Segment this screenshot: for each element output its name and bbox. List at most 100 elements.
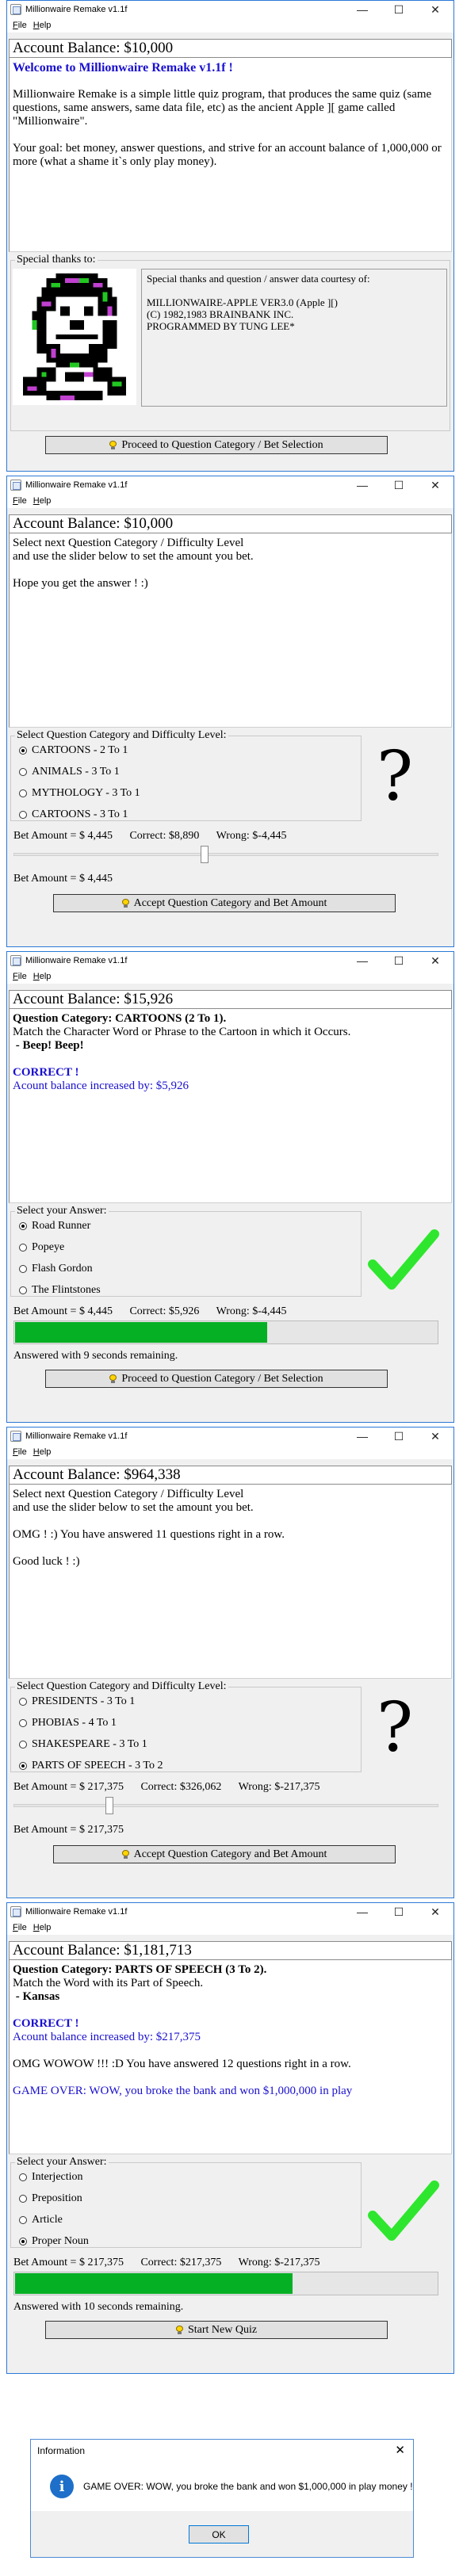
- title-bar[interactable]: Millionwaire Remake v1.1f — ☐ ✕: [7, 1903, 453, 1921]
- menu-help[interactable]: Help: [30, 972, 55, 981]
- window-title: Millionwaire Remake v1.1f: [25, 956, 128, 965]
- menu-bar: File Help: [7, 494, 453, 508]
- accept-bet-button[interactable]: Accept Question Category and Bet Amount: [53, 1845, 396, 1863]
- radio-icon: [19, 1741, 27, 1749]
- radio-icon: [19, 2173, 27, 2181]
- answer-option[interactable]: Preposition: [19, 2192, 82, 2205]
- maximize-icon[interactable]: ☐: [381, 1428, 417, 1445]
- account-balance: Account Balance: $15,926: [9, 990, 452, 1009]
- dialog-close-icon[interactable]: ✕: [395, 2440, 405, 2462]
- menu-file[interactable]: File: [10, 1923, 30, 1932]
- time-progress-bar: [13, 1320, 438, 1344]
- accept-bet-button[interactable]: Accept Question Category and Bet Amount: [53, 894, 396, 912]
- minimize-icon[interactable]: —: [344, 1428, 381, 1445]
- checkmark-icon: [368, 1229, 439, 1290]
- answer-option[interactable]: Interjection: [19, 2171, 83, 2184]
- radio-icon: [19, 1698, 27, 1706]
- category-option[interactable]: SHAKESPEARE - 3 To 1: [19, 1738, 147, 1751]
- dialog-title-bar[interactable]: Information ✕: [31, 2440, 413, 2462]
- close-icon[interactable]: ✕: [417, 1428, 453, 1445]
- slider-thumb[interactable]: [201, 846, 209, 863]
- ok-button[interactable]: OK: [189, 2525, 249, 2544]
- category-group-label: Select Question Category and Difficulty …: [15, 729, 228, 742]
- info-icon: i: [50, 2475, 74, 2498]
- checkmark-icon: [368, 2180, 439, 2241]
- menu-help[interactable]: Help: [30, 1447, 55, 1457]
- menu-file[interactable]: File: [10, 21, 30, 30]
- answer-group: Select your Answer: Interjection Preposi…: [10, 2156, 362, 2248]
- radio-icon: [19, 1244, 27, 1252]
- title-bar[interactable]: Millionwaire Remake v1.1f — ☐ ✕: [7, 952, 453, 969]
- slider-thumb[interactable]: [105, 1797, 113, 1814]
- title-bar[interactable]: Millionwaire Remake v1.1f — ☐ ✕: [7, 1, 453, 18]
- question-phrase: - Kansas: [13, 1990, 60, 2003]
- account-balance: Account Balance: $1,181,713: [9, 1941, 452, 1960]
- close-icon[interactable]: ✕: [417, 1, 453, 18]
- category-option[interactable]: ANIMALS - 3 To 1: [19, 766, 120, 778]
- category-option[interactable]: PHOBIAS - 4 To 1: [19, 1717, 117, 1729]
- menu-file[interactable]: File: [10, 496, 30, 506]
- menu-file[interactable]: File: [10, 972, 30, 981]
- menu-file[interactable]: File: [10, 1447, 30, 1457]
- bet-slider[interactable]: [13, 1796, 438, 1817]
- close-icon[interactable]: ✕: [417, 476, 453, 494]
- radio-icon: [19, 811, 27, 819]
- minimize-icon[interactable]: —: [344, 476, 381, 494]
- category-option[interactable]: CARTOONS - 3 To 1: [19, 808, 128, 821]
- start-new-quiz-button[interactable]: Start New Quiz: [45, 2321, 388, 2339]
- maximize-icon[interactable]: ☐: [381, 1903, 417, 1921]
- message-text-area[interactable]: Select next Question Category / Difficul…: [9, 533, 452, 728]
- bet-amount: Bet Amount = $ 217,375: [13, 1781, 124, 1793]
- answered-time: Answered with 9 seconds remaining.: [13, 1350, 178, 1362]
- minimize-icon[interactable]: —: [344, 1903, 381, 1921]
- title-bar[interactable]: Millionwaire Remake v1.1f — ☐ ✕: [7, 476, 453, 494]
- category-option[interactable]: PARTS OF SPEECH - 3 To 2: [19, 1760, 163, 1772]
- category-option[interactable]: PRESIDENTS - 3 To 1: [19, 1695, 135, 1708]
- answer-option[interactable]: Popeye: [19, 1241, 64, 1254]
- proceed-button[interactable]: Proceed to Question Category / Bet Selec…: [45, 436, 388, 454]
- category-option[interactable]: MYTHOLOGY - 3 To 1: [19, 787, 140, 800]
- app-icon: [10, 1431, 21, 1442]
- minimize-icon[interactable]: —: [344, 952, 381, 969]
- wrong-payout: Wrong: $-4,445: [216, 830, 287, 842]
- answer-option[interactable]: Proper Noun: [19, 2235, 89, 2248]
- category-option[interactable]: CARTOONS - 2 To 1: [19, 744, 128, 757]
- answer-group: Select your Answer: Road Runner Popeye F…: [10, 1205, 362, 1297]
- bet-amount: Bet Amount = $ 217,375: [13, 2257, 124, 2268]
- dialog-title: Information: [37, 2445, 86, 2456]
- bet-amount-below: Bet Amount = $ 4,445: [13, 873, 113, 885]
- maximize-icon[interactable]: ☐: [381, 952, 417, 969]
- app-icon: [10, 1906, 21, 1917]
- menu-help[interactable]: Help: [30, 1923, 55, 1932]
- proceed-button[interactable]: Proceed to Question Category / Bet Selec…: [45, 1370, 388, 1388]
- streak-message: OMG WOWOW !!! :D You have answered 12 qu…: [13, 2058, 351, 2070]
- maximize-icon[interactable]: ☐: [381, 1, 417, 18]
- answer-group-label: Select your Answer:: [15, 1205, 109, 1217]
- close-icon[interactable]: ✕: [417, 1903, 453, 1921]
- question-mark-icon: ?: [377, 737, 414, 816]
- welcome-text-area[interactable]: Welcome to Millionwaire Remake v1.1f ! M…: [9, 58, 452, 252]
- app-window-bet-selection: Millionwaire Remake v1.1f — ☐ ✕ File Hel…: [6, 476, 454, 947]
- lightbulb-icon: [121, 899, 129, 908]
- menu-help[interactable]: Help: [30, 496, 55, 506]
- special-thanks-text: Special thanks and question / answer dat…: [141, 269, 447, 407]
- answer-option[interactable]: The Flintstones: [19, 1284, 101, 1297]
- menu-help[interactable]: Help: [30, 21, 55, 30]
- answer-option[interactable]: Article: [19, 2214, 63, 2226]
- radio-icon: [19, 768, 27, 776]
- answer-option[interactable]: Road Runner: [19, 1220, 90, 1233]
- lightbulb-icon: [175, 2326, 183, 2334]
- slider-track: [13, 853, 438, 856]
- minimize-icon[interactable]: —: [344, 1, 381, 18]
- answer-option[interactable]: Flash Gordon: [19, 1263, 93, 1275]
- question-text-area[interactable]: Question Category: PARTS OF SPEECH (3 To…: [9, 1960, 452, 2154]
- bet-slider[interactable]: [13, 845, 438, 866]
- close-icon[interactable]: ✕: [417, 952, 453, 969]
- radio-icon: [19, 2216, 27, 2224]
- message-text-area[interactable]: Select next Question Category / Difficul…: [9, 1485, 452, 1679]
- maximize-icon[interactable]: ☐: [381, 476, 417, 494]
- question-text-area[interactable]: Question Category: CARTOONS (2 To 1). Ma…: [9, 1009, 452, 1203]
- title-bar[interactable]: Millionwaire Remake v1.1f — ☐ ✕: [7, 1428, 453, 1445]
- result-correct: CORRECT !: [13, 2017, 79, 2030]
- app-icon: [10, 955, 21, 966]
